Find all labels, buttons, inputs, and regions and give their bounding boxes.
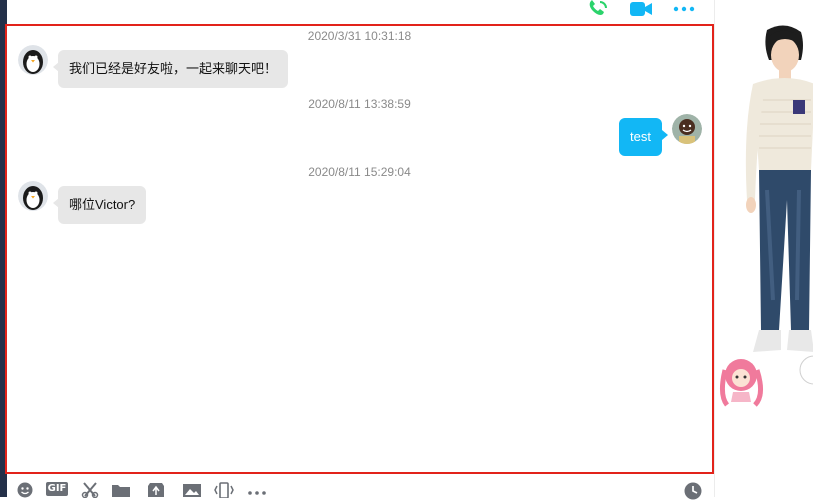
input-toolbar: GIF <box>7 472 714 500</box>
more-icon[interactable] <box>247 482 269 498</box>
emoji-icon[interactable] <box>17 482 33 498</box>
history-icon[interactable] <box>684 482 702 500</box>
message-timestamp: 2020/3/31 10:31:18 <box>307 29 412 43</box>
phone-icon[interactable] <box>585 0 611 20</box>
more-icon[interactable] <box>671 0 697 20</box>
shake-icon[interactable] <box>213 482 235 498</box>
contact-show-panel <box>714 0 813 497</box>
my-avatar[interactable] <box>672 114 702 144</box>
message-timestamp: 2020/8/11 13:38:59 <box>308 97 411 111</box>
message-list[interactable]: 2020/3/31 10:31:18 我们已经是好友啦，一起来聊天吧！ 2020… <box>5 24 714 474</box>
screenshot-icon[interactable] <box>81 482 99 498</box>
avatar-show-figure <box>719 25 813 407</box>
incoming-message-bubble[interactable]: 哪位Victor? <box>52 186 147 224</box>
message-timestamp: 2020/8/11 15:29:04 <box>308 165 411 179</box>
contact-avatar[interactable] <box>18 45 48 75</box>
gif-icon[interactable]: GIF <box>45 482 69 498</box>
incoming-message-bubble[interactable]: 我们已经是好友啦，一起来聊天吧！ <box>52 50 289 88</box>
file-transfer-icon[interactable] <box>146 482 166 498</box>
image-icon[interactable] <box>182 482 202 498</box>
video-call-icon[interactable] <box>627 0 655 20</box>
contact-avatar[interactable] <box>18 181 48 211</box>
gif-label: GIF <box>45 482 69 496</box>
outgoing-message-bubble[interactable]: test <box>619 118 668 156</box>
folder-icon[interactable] <box>111 482 131 498</box>
chat-header-toolbar <box>7 0 714 24</box>
